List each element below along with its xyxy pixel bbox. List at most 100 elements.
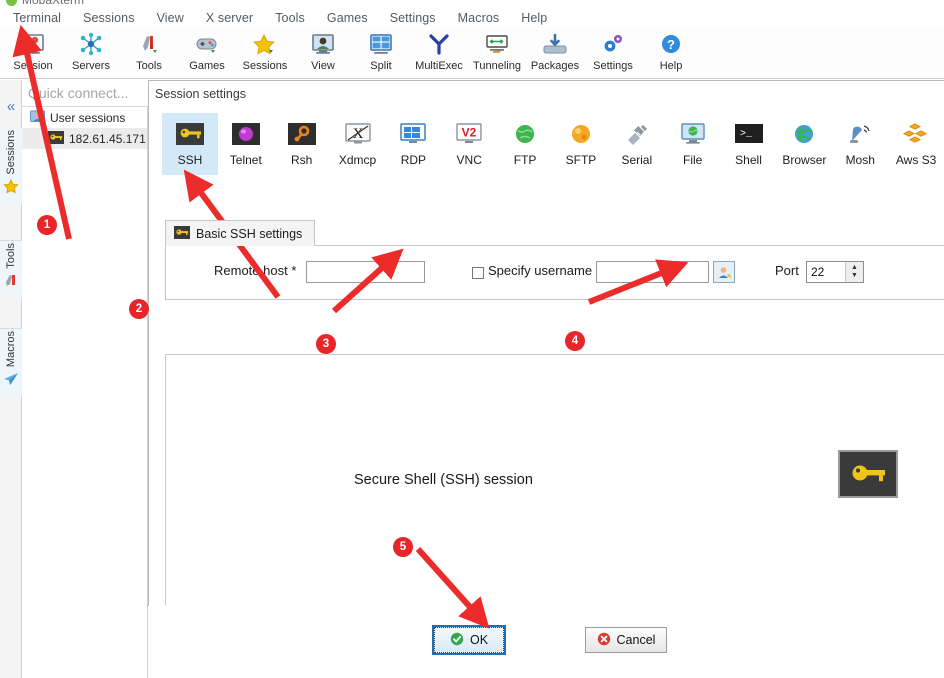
toolbar-button-games[interactable]: Games — [178, 29, 236, 77]
sessions-star-icon — [252, 31, 278, 58]
menu-item-terminal[interactable]: Terminal — [2, 9, 72, 27]
sftp-icon — [567, 119, 595, 149]
port-stepper[interactable]: 22 ▲ ▼ — [806, 261, 864, 283]
session-type-label-telnet: Telnet — [229, 153, 262, 167]
help-question-icon: ? — [658, 31, 684, 58]
session-type-label-xdmcp: Xdmcp — [338, 153, 377, 167]
toolbar-label-help: Help — [659, 60, 683, 72]
mosh-icon — [846, 119, 874, 149]
session-type-file[interactable]: File — [665, 113, 721, 175]
toolbar-label-sessions: Sessions — [242, 60, 288, 72]
sidebar-item-sessions[interactable]: Sessions — [0, 128, 22, 203]
session-type-aws-s3[interactable]: Aws S3 — [888, 113, 944, 175]
tree-item-user-sessions[interactable]: User sessions — [22, 107, 147, 128]
menu-item-tools[interactable]: Tools — [264, 9, 316, 27]
green-check-icon — [450, 632, 464, 649]
toolbar-button-split[interactable]: Split — [352, 29, 410, 77]
session-type-xdmcp[interactable]: X Xdmcp — [330, 113, 386, 175]
sidebar-label-macros: Macros — [5, 331, 17, 368]
toolbar-button-tools[interactable]: Tools — [120, 29, 178, 77]
multiexec-fork-icon — [426, 31, 452, 58]
moba-green-dot-icon — [6, 0, 17, 6]
chevron-down-icon[interactable]: ▼ — [851, 272, 858, 280]
rsh-icon — [287, 119, 316, 149]
session-type-browser[interactable]: Browser — [776, 113, 832, 175]
toolbar-button-sessions[interactable]: Sessions — [236, 29, 294, 77]
callout-badge-3: 3 — [316, 334, 336, 354]
toolbar-label-packages: Packages — [530, 60, 580, 72]
xdmcp-icon: X — [344, 119, 372, 149]
sidebar-label-tools: Tools — [5, 243, 17, 269]
username-input[interactable] — [596, 261, 709, 283]
toolbar-button-session[interactable]: Session — [4, 29, 62, 77]
dialog-title: Session settings — [155, 87, 247, 101]
session-type-ssh[interactable]: SSH — [162, 113, 218, 175]
chevron-double-left-icon[interactable]: « — [2, 98, 20, 116]
toolbar-button-servers[interactable]: Servers — [62, 29, 120, 77]
toolbar-button-tunneling[interactable]: Tunneling — [468, 29, 526, 77]
session-type-telnet[interactable]: Telnet — [218, 113, 274, 175]
basic-settings-group: Remote host * Specify username Port 22 ▲… — [165, 245, 944, 300]
dialog-footer: OK Cancel — [148, 606, 944, 678]
session-description: Secure Shell (SSH) session — [354, 472, 533, 488]
session-type-shell[interactable]: >_ Shell — [721, 113, 777, 175]
session-type-vnc[interactable]: V2 VNC — [441, 113, 497, 175]
shell-icon: >_ — [734, 119, 763, 149]
specify-username-label: Specify username — [488, 263, 593, 278]
menu-item-macros[interactable]: Macros — [447, 9, 511, 27]
cancel-button[interactable]: Cancel — [585, 627, 667, 653]
toolbar-label-servers: Servers — [72, 60, 110, 72]
callout-badge-5: 5 — [393, 537, 413, 557]
toolbar-button-view[interactable]: View — [294, 29, 352, 77]
menu-item-games[interactable]: Games — [316, 9, 379, 27]
basic-ssh-settings-tab[interactable]: Basic SSH settings — [165, 220, 316, 246]
callout-badge-2: 2 — [129, 299, 149, 319]
session-type-rsh[interactable]: Rsh — [274, 113, 330, 175]
ssh-key-icon — [48, 130, 64, 147]
menu-item-x-server[interactable]: X server — [195, 9, 264, 27]
tree-item-session-host[interactable]: 182.61.45.171 — [22, 128, 147, 149]
menu-item-sessions[interactable]: Sessions — [72, 9, 146, 27]
toolbar-label-tools: Tools — [136, 60, 162, 72]
session-type-serial[interactable]: Serial — [609, 113, 665, 175]
port-label: Port — [775, 263, 799, 278]
session-type-label-vnc: VNC — [456, 153, 482, 167]
session-type-row: SSH Telnet Rsh X Xdmcp RDP V2 VNC FTP SF… — [162, 113, 944, 175]
session-type-label-ftp: FTP — [513, 153, 537, 167]
quick-connect-bar[interactable]: Quick connect... — [22, 80, 148, 107]
window-title: MobaXterm — [22, 0, 85, 7]
knife-icon — [3, 273, 19, 297]
chevron-up-icon[interactable]: ▲ — [851, 264, 858, 272]
ssh-key-icon — [174, 225, 190, 242]
svg-text:V2: V2 — [462, 126, 477, 140]
sidebar-item-macros[interactable]: Macros — [0, 328, 22, 396]
user-picker-icon[interactable] — [713, 261, 735, 283]
remote-host-label: Remote host * — [214, 263, 297, 278]
session-type-label-rsh: Rsh — [290, 153, 313, 167]
toolbar-button-help[interactable]: ? Help — [642, 29, 700, 77]
menu-item-help[interactable]: Help — [510, 9, 558, 27]
menu-item-view[interactable]: View — [146, 9, 195, 27]
sidebar-label-sessions: Sessions — [5, 130, 17, 175]
packages-download-icon — [542, 31, 568, 58]
sessions-tree-panel: User sessions 182.61.45.171 — [22, 107, 148, 678]
vnc-icon: V2 — [455, 119, 483, 149]
remote-host-input[interactable] — [306, 261, 425, 283]
toolbar-button-multiexec[interactable]: MultiExec — [410, 29, 468, 77]
toolbar-button-packages[interactable]: Packages — [526, 29, 584, 77]
sidebar-item-tools[interactable]: Tools — [0, 240, 22, 297]
basic-ssh-settings-tab-label: Basic SSH settings — [196, 226, 303, 241]
session-type-mosh[interactable]: Mosh — [832, 113, 888, 175]
browser-icon — [790, 119, 818, 149]
specify-username-checkbox[interactable] — [472, 267, 484, 279]
ok-button[interactable]: OK — [432, 625, 506, 655]
port-stepper-arrows[interactable]: ▲ ▼ — [845, 262, 863, 282]
toolbar-button-settings[interactable]: Settings — [584, 29, 642, 77]
ok-button-label: OK — [469, 633, 489, 647]
session-type-rdp[interactable]: RDP — [385, 113, 441, 175]
session-type-sftp[interactable]: SFTP — [553, 113, 609, 175]
menu-item-settings[interactable]: Settings — [379, 9, 447, 27]
session-type-ftp[interactable]: FTP — [497, 113, 553, 175]
port-value[interactable]: 22 — [807, 262, 845, 282]
session-monitor-icon — [20, 31, 46, 58]
